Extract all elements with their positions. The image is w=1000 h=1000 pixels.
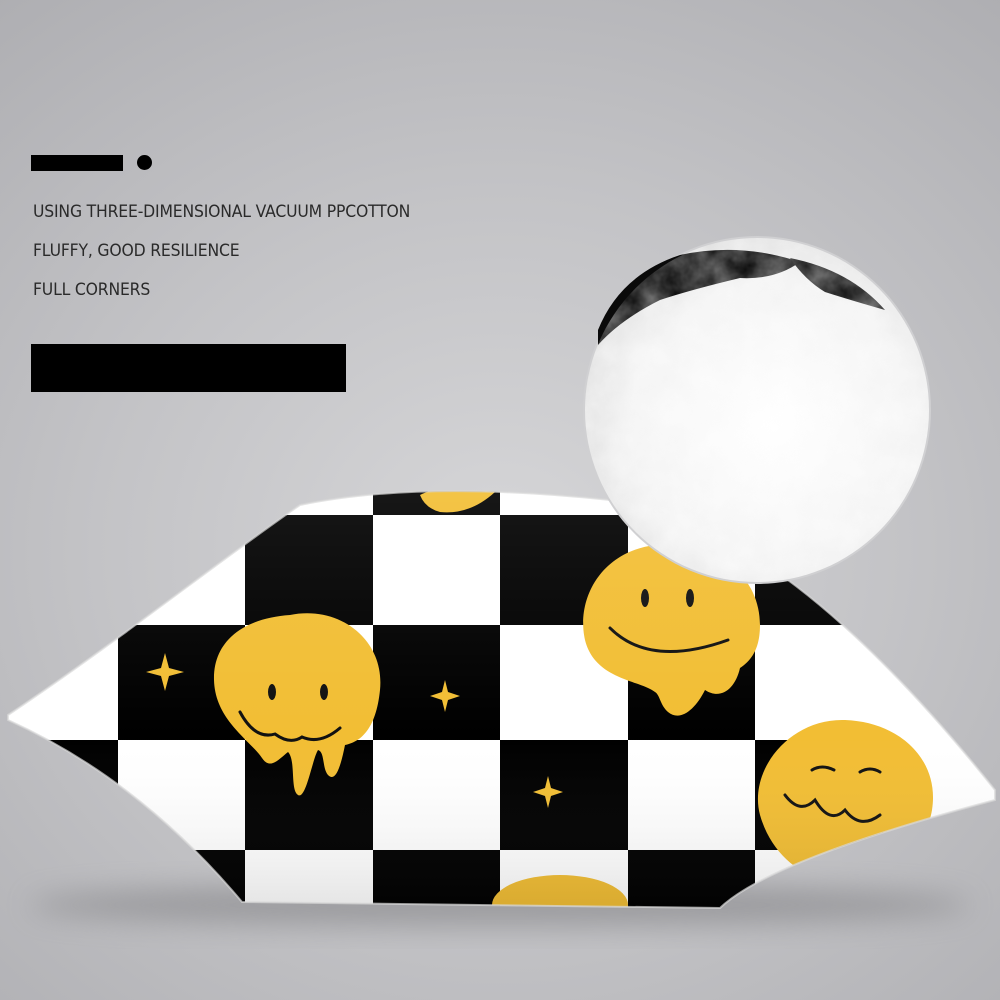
- product-scene: [7, 236, 996, 927]
- cotton-closeup: [583, 236, 931, 584]
